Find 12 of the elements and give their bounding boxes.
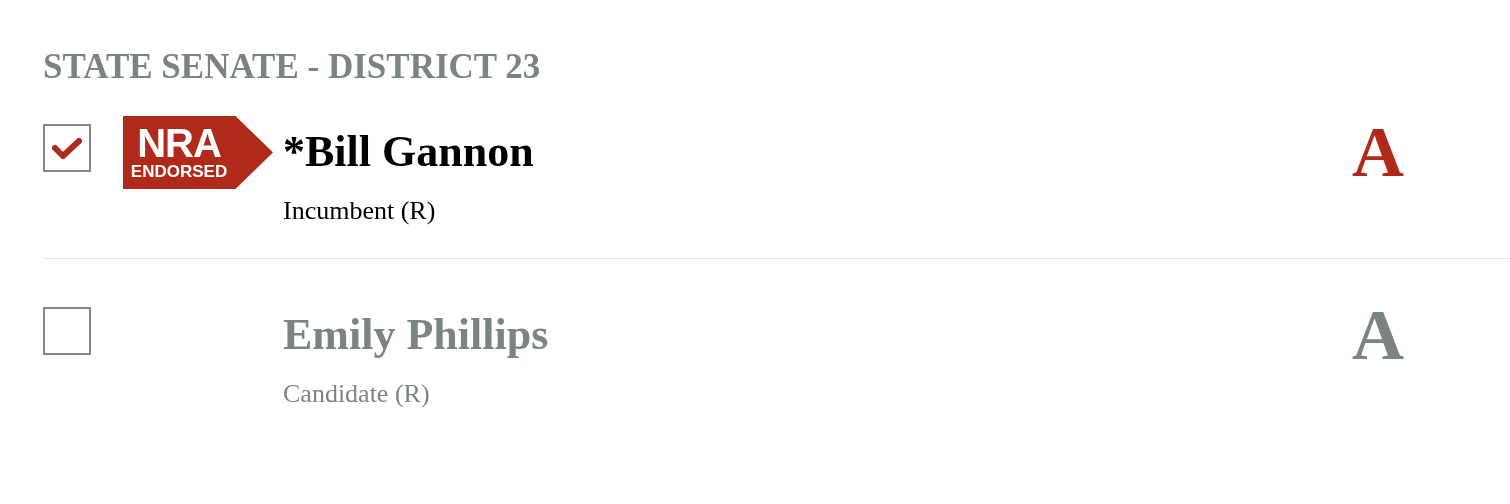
checkmark-icon	[52, 136, 82, 160]
candidate-subtitle: Candidate (R)	[283, 379, 430, 409]
grade: A	[1352, 116, 1404, 188]
badge-subtitle: ENDORSED	[130, 161, 228, 182]
candidate-name: *Bill Gannon	[283, 126, 534, 178]
candidate-name: Emily Phillips	[283, 309, 549, 361]
checkbox[interactable]	[43, 307, 91, 355]
badge-title: NRA	[137, 123, 221, 162]
candidate-subtitle: Incumbent (R)	[283, 196, 436, 226]
checkbox[interactable]	[43, 124, 91, 172]
grade: A	[1352, 299, 1404, 371]
section-title: STATE SENATE - DISTRICT 23	[43, 46, 541, 88]
